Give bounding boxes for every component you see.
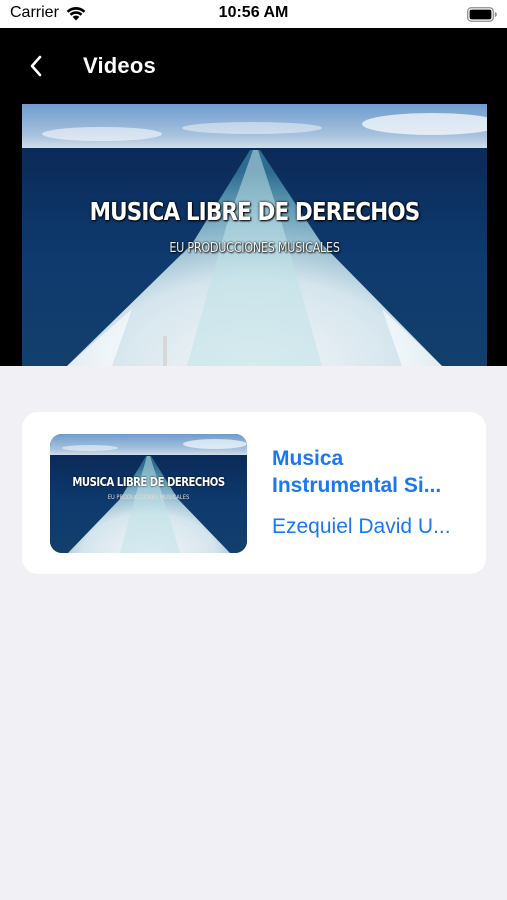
video-overlay-subtitle: EU PRODUCCIONES MUSICALES	[169, 241, 340, 256]
player-area: MUSICA LIBRE DE DERECHOS EU PRODUCCIONES…	[0, 104, 507, 366]
page-title: Videos	[83, 53, 156, 78]
video-author: Ezequiel David U...	[272, 515, 451, 538]
navigation-bar: Videos	[0, 28, 507, 104]
thumbnail-title: MUSICA LIBRE DE DERECHOS	[72, 475, 225, 489]
thumbnail-subtitle: EU PRODUCCIONES MUSICALES	[107, 494, 190, 501]
video-title-line-2: Instrumental Si...	[272, 474, 442, 497]
video-frame	[22, 104, 487, 366]
video-thumbnail: MUSICA LIBRE DE DERECHOS EU PRODUCCIONES…	[50, 434, 247, 553]
video-player[interactable]: MUSICA LIBRE DE DERECHOS EU PRODUCCIONES…	[22, 104, 487, 366]
video-overlay-title: MUSICA LIBRE DE DERECHOS	[89, 197, 421, 226]
video-title-line-1: Musica	[272, 447, 344, 470]
video-title: Musica Instrumental Si...	[272, 445, 468, 499]
chevron-left-icon	[30, 55, 42, 77]
ship-mast	[163, 336, 167, 366]
status-time: 10:56 AM	[218, 4, 289, 21]
back-button[interactable]	[22, 52, 50, 80]
video-list-item[interactable]: MUSICA LIBRE DE DERECHOS EU PRODUCCIONES…	[22, 412, 486, 574]
status-bar: Carrier 10:56 AM	[0, 0, 507, 28]
battery-icon	[467, 7, 497, 22]
